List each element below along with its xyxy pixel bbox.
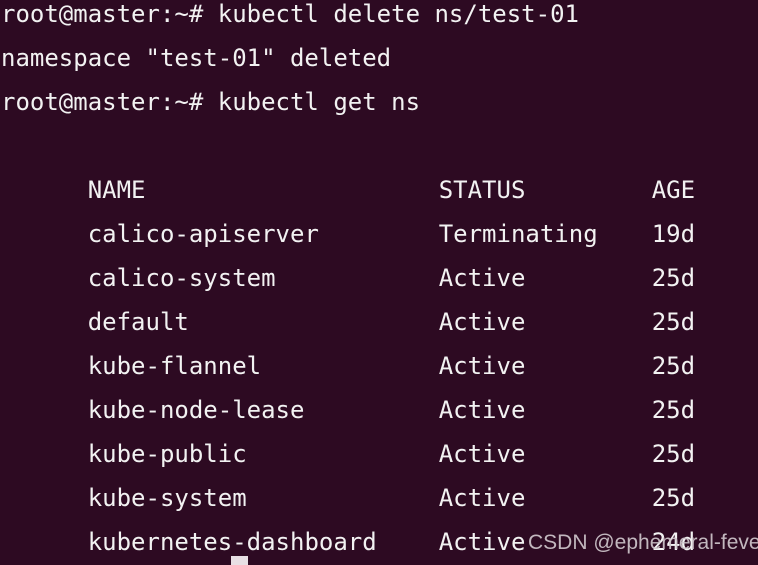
namespace-age: 25d [651, 308, 696, 336]
namespace-status: Active [438, 528, 526, 556]
namespace-name: calico-apiserver [87, 220, 319, 248]
namespace-status: Active [438, 484, 526, 512]
namespace-age: 25d [651, 484, 696, 512]
terminal-line-command-delete: root@master:~# kubectl delete ns/test-01 [1, 0, 579, 28]
table-header-row: NAME STATUS AGE [0, 124, 758, 204]
column-header-status: STATUS [438, 176, 526, 204]
namespace-status: Active [438, 264, 526, 292]
namespace-age: 25d [651, 264, 696, 292]
terminal-line-command-get-ns: root@master:~# kubectl get ns [1, 88, 421, 116]
namespace-status: Active [438, 440, 526, 468]
namespace-status: Active [438, 308, 526, 336]
namespace-status: Active [438, 352, 526, 380]
namespace-status: Terminating [438, 220, 598, 248]
namespace-name: kube-flannel [87, 352, 262, 380]
terminal-line-delete-result: namespace "test-01" deleted [1, 44, 392, 72]
namespace-name: kube-system [87, 484, 247, 512]
namespace-age: 25d [651, 440, 696, 468]
terminal-cursor [231, 556, 248, 565]
namespace-age: 24d [651, 528, 696, 556]
namespace-name: kubernetes-dashboard [87, 528, 377, 556]
namespace-age: 19d [651, 220, 696, 248]
namespace-name: kube-node-lease [87, 396, 305, 424]
terminal-screen: root@master:~# kubectl delete ns/test-01… [0, 0, 758, 564]
namespace-name: kube-public [87, 440, 247, 468]
namespace-age: 25d [651, 352, 696, 380]
namespace-name: calico-system [87, 264, 276, 292]
namespace-age: 25d [651, 396, 696, 424]
column-header-name: NAME [87, 176, 146, 204]
terminal-window[interactable]: root@master:~# kubectl delete ns/test-01… [0, 0, 758, 565]
namespace-name: default [87, 308, 189, 336]
column-header-age: AGE [651, 176, 696, 204]
namespace-status: Active [438, 396, 526, 424]
